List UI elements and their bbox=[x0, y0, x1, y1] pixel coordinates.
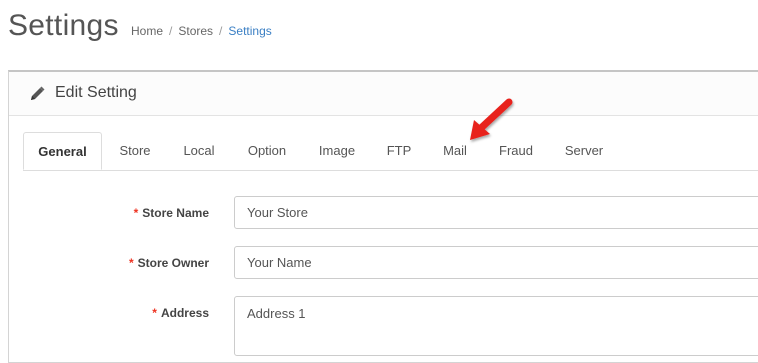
breadcrumb-separator: / bbox=[219, 24, 223, 38]
panel-heading: Edit Setting bbox=[9, 72, 758, 116]
required-mark: * bbox=[128, 256, 134, 270]
required-mark: * bbox=[133, 206, 139, 220]
page-header: Settings Home / Stores / Settings bbox=[0, 0, 758, 70]
breadcrumb-stores[interactable]: Stores bbox=[178, 24, 213, 38]
required-mark: * bbox=[152, 306, 157, 320]
tab-option[interactable]: Option bbox=[241, 132, 293, 170]
tab-image[interactable]: Image bbox=[313, 132, 361, 170]
store-name-label-text: Store Name bbox=[142, 206, 209, 220]
page-title: Settings bbox=[8, 9, 119, 42]
edit-setting-panel: Edit Setting General Store Local Option … bbox=[8, 70, 758, 363]
tab-general[interactable]: General bbox=[23, 132, 102, 170]
breadcrumb: Home / Stores / Settings bbox=[131, 23, 272, 39]
tab-local[interactable]: Local bbox=[178, 132, 220, 170]
breadcrumb-home[interactable]: Home bbox=[131, 24, 163, 38]
store-owner-label: * Store Owner bbox=[129, 256, 209, 270]
address-textarea[interactable]: Address 1 bbox=[234, 296, 758, 356]
address-label: * Address bbox=[152, 306, 209, 320]
store-name-label: * Store Name bbox=[134, 206, 209, 220]
red-arrow-annotation bbox=[470, 98, 513, 140]
tab-ftp[interactable]: FTP bbox=[381, 132, 417, 170]
store-owner-label-text: Store Owner bbox=[137, 256, 209, 270]
tab-store[interactable]: Store bbox=[113, 132, 157, 170]
panel-title: Edit Setting bbox=[55, 84, 137, 101]
address-label-text: Address bbox=[160, 306, 209, 320]
tab-server[interactable]: Server bbox=[559, 132, 609, 170]
pencil-icon bbox=[31, 86, 45, 100]
breadcrumb-settings[interactable]: Settings bbox=[228, 24, 271, 38]
store-name-input[interactable] bbox=[234, 196, 758, 229]
breadcrumb-separator: / bbox=[169, 24, 173, 38]
store-owner-input[interactable] bbox=[234, 246, 758, 279]
settings-tabs: General Store Local Option Image FTP Mai… bbox=[23, 132, 758, 171]
